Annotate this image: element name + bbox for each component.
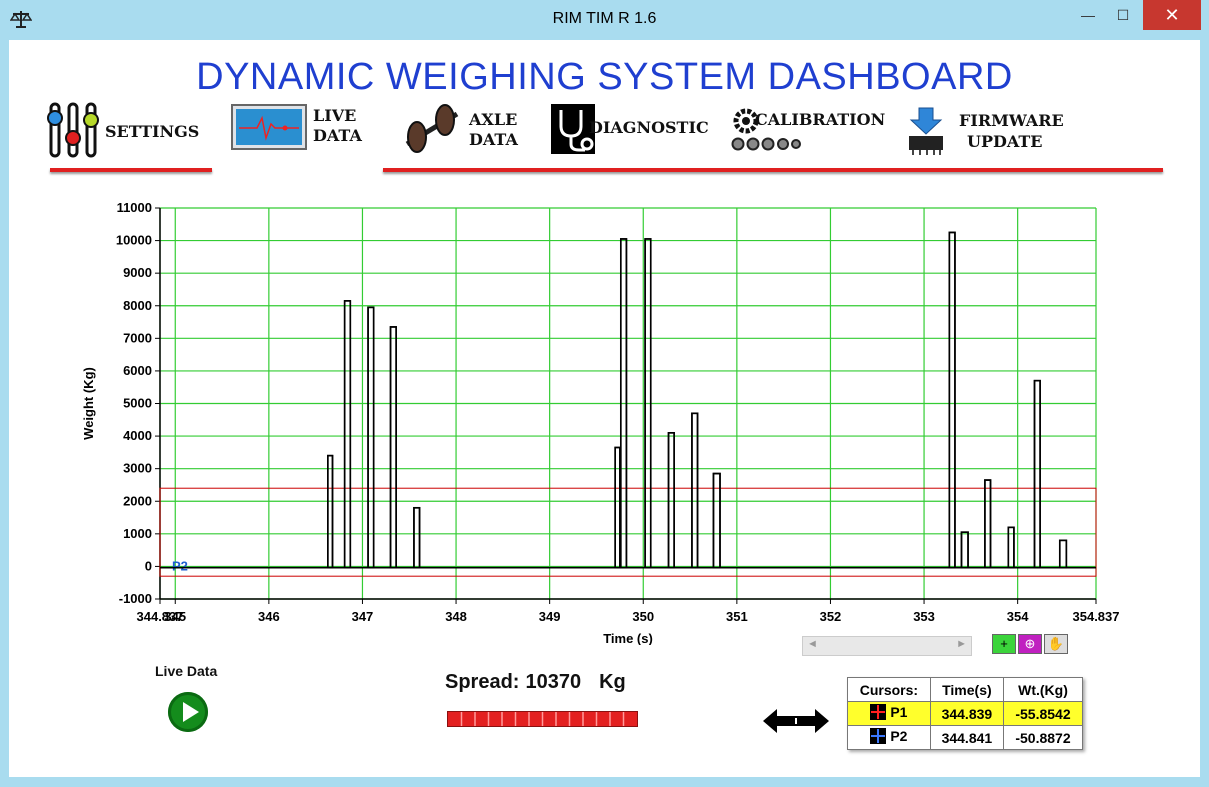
y-tick-label: 7000 [123, 330, 152, 345]
weight-pulse [614, 446, 621, 569]
y-tick-label: 11000 [117, 200, 152, 215]
cursor-p2-name: P2 [890, 728, 908, 744]
y-axis-label: Weight (Kg) [81, 367, 96, 440]
y-tick-label: 8000 [123, 298, 152, 313]
nav-live-label-2: DATA [313, 126, 362, 145]
x-tick-label: 351 [726, 609, 748, 624]
play-icon[interactable] [168, 692, 208, 732]
gear-row-icon [731, 137, 801, 151]
nav-live-label-1: LIVE [313, 106, 357, 125]
cursor-tool-icon[interactable]: + [992, 634, 1016, 654]
weight-pulse [327, 454, 334, 569]
cursor-p1-name: P1 [890, 704, 908, 720]
y-tick-label: -1000 [119, 591, 152, 606]
x-tick-label: 354 [1007, 609, 1029, 624]
y-tick-label: 3000 [123, 461, 152, 476]
cursor-col-weight: Wt.(Kg) [1003, 677, 1083, 702]
dashboard-title: DYNAMIC WEIGHING SYSTEM DASHBOARD [196, 56, 1013, 98]
spread-readout: Spread: 10370 Kg [445, 671, 626, 694]
nav-underline-left [50, 168, 212, 172]
sliders-icon [47, 102, 99, 158]
spread-unit: Kg [599, 671, 626, 693]
pan-tool-icon[interactable]: ✋ [1044, 634, 1068, 654]
x-tick-label: 345 [164, 609, 186, 624]
window-title: RIM TIM R 1.6 [552, 10, 657, 27]
graph-scrollbar[interactable]: ◄ ► [802, 636, 972, 656]
cursor-col-time: Time(s) [929, 677, 1005, 702]
y-tick-label: 4000 [123, 428, 152, 443]
nav-axle-label-1: AXLE [469, 110, 518, 129]
x-tick-label: 347 [352, 609, 374, 624]
spread-label: Spread: [445, 671, 520, 693]
title-bar[interactable]: RIM TIM R 1.6 — ☐ ✕ [0, 0, 1209, 40]
cursor-table[interactable]: Cursors: Time(s) Wt.(Kg) P1 344.839 -55.… [847, 677, 1083, 750]
dashboard-panel: DYNAMIC WEIGHING SYSTEM DASHBOARD SETTIN… [9, 40, 1200, 777]
x-tick-label: 349 [539, 609, 561, 624]
app-window: RIM TIM R 1.6 — ☐ ✕ DYNAMIC WEIGHING SYS… [0, 0, 1209, 787]
weight-pulse [367, 306, 375, 569]
cursor-p2-label: P2 [172, 558, 188, 573]
x-tick-label: 352 [820, 609, 842, 624]
live-data-label: Live Data [155, 663, 218, 679]
weight-pulse [413, 506, 421, 569]
weight-pulse [984, 479, 992, 569]
heartbeat-monitor-icon [231, 104, 307, 150]
cursor-col-name: Cursors: [847, 677, 931, 702]
zoom-tool-icon[interactable]: ⊕ [1018, 634, 1042, 654]
y-tick-label: 9000 [123, 265, 152, 280]
y-tick-label: 6000 [123, 363, 152, 378]
x-tick-label: 350 [632, 609, 654, 624]
maximize-button[interactable]: ☐ [1106, 0, 1140, 30]
weight-pulse [389, 326, 397, 569]
crosshair-red-icon [870, 704, 887, 720]
spread-level-bar [447, 711, 638, 727]
wheelset-icon [405, 104, 459, 153]
nav-axle-label-2: DATA [469, 130, 518, 149]
spread-value: 10370 [525, 671, 582, 693]
close-button[interactable]: ✕ [1143, 0, 1201, 30]
cursor-p2-name-cell: P2 [847, 725, 931, 750]
cursor-p1-time: 344.839 [929, 701, 1005, 726]
scroll-right-icon[interactable]: ► [956, 638, 967, 650]
nav-firmware-label-1: FIRMWARE [959, 111, 1064, 130]
x-axis-label: Time (s) [603, 631, 653, 645]
x-tick-label: 346 [258, 609, 280, 624]
cursor-row-p2[interactable]: P2 344.841 -50.8872 [847, 725, 1083, 750]
nav-underline-right [383, 168, 1163, 172]
download-chip-icon [909, 107, 943, 155]
y-tick-label: 0 [145, 558, 152, 573]
nav-firmware-label-2: UPDATE [967, 132, 1043, 151]
scroll-left-icon[interactable]: ◄ [807, 638, 818, 650]
weight-pulse [343, 300, 352, 569]
weight-pulse [1033, 379, 1041, 569]
y-tick-label: 1000 [123, 526, 152, 541]
spread-bar-segments [460, 712, 625, 726]
nav-calibration-label: CALIBRATION [755, 110, 886, 129]
x-tick-label: 348 [445, 609, 467, 624]
crosshair-blue-icon [870, 728, 887, 744]
weight-chart-svg[interactable]: -1000 0 1000 2000 3000 4000 5000 6000 7000 8000 90… [69, 200, 1129, 645]
double-arrow-icon[interactable] [763, 707, 829, 735]
nav-diagnostic-label: DIAGNOSTIC [589, 118, 709, 137]
nav-settings-label: SETTINGS [105, 122, 200, 141]
minimize-button[interactable]: — [1073, 0, 1103, 30]
x-tick-label: 353 [913, 609, 935, 624]
weight-pulse [960, 531, 969, 569]
weight-graph[interactable]: -1000 0 1000 2000 3000 4000 5000 6000 7000 8000 90… [69, 200, 1129, 645]
weight-pulse [1058, 539, 1068, 569]
y-tick-label: 10000 [116, 233, 152, 248]
cursor-row-p1[interactable]: P1 344.839 -55.8542 [847, 701, 1083, 726]
cursor-p2-time: 344.841 [929, 725, 1005, 750]
cursor-p2-weight: -50.8872 [1003, 725, 1083, 750]
x-tick-label: 354.837 [1073, 609, 1120, 624]
cursor-p1-weight: -55.8542 [1003, 701, 1083, 726]
weight-pulse [712, 472, 721, 569]
cursor-p1-name-cell: P1 [847, 701, 931, 726]
cursor-table-header: Cursors: Time(s) Wt.(Kg) [847, 677, 1083, 702]
weight-pulse [667, 432, 675, 569]
weight-pulse [948, 231, 956, 569]
y-tick-label: 2000 [123, 493, 152, 508]
y-tick-label: 5000 [123, 396, 152, 411]
